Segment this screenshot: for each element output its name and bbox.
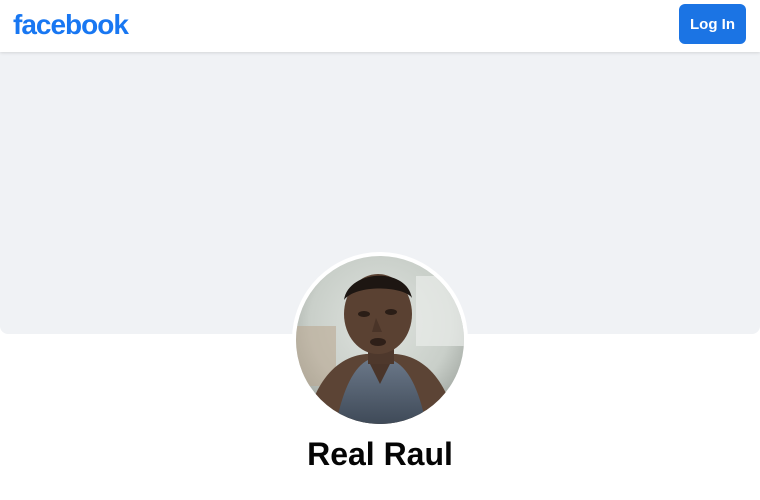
top-nav-bar: facebook Log In: [0, 0, 760, 52]
login-button[interactable]: Log In: [679, 4, 746, 44]
profile-picture-frame[interactable]: [292, 252, 468, 428]
facebook-logo[interactable]: facebook: [13, 8, 129, 42]
profile-picture[interactable]: [296, 256, 464, 424]
profile-name: Real Raul: [307, 436, 453, 472]
profile-photo-image: [296, 256, 464, 424]
